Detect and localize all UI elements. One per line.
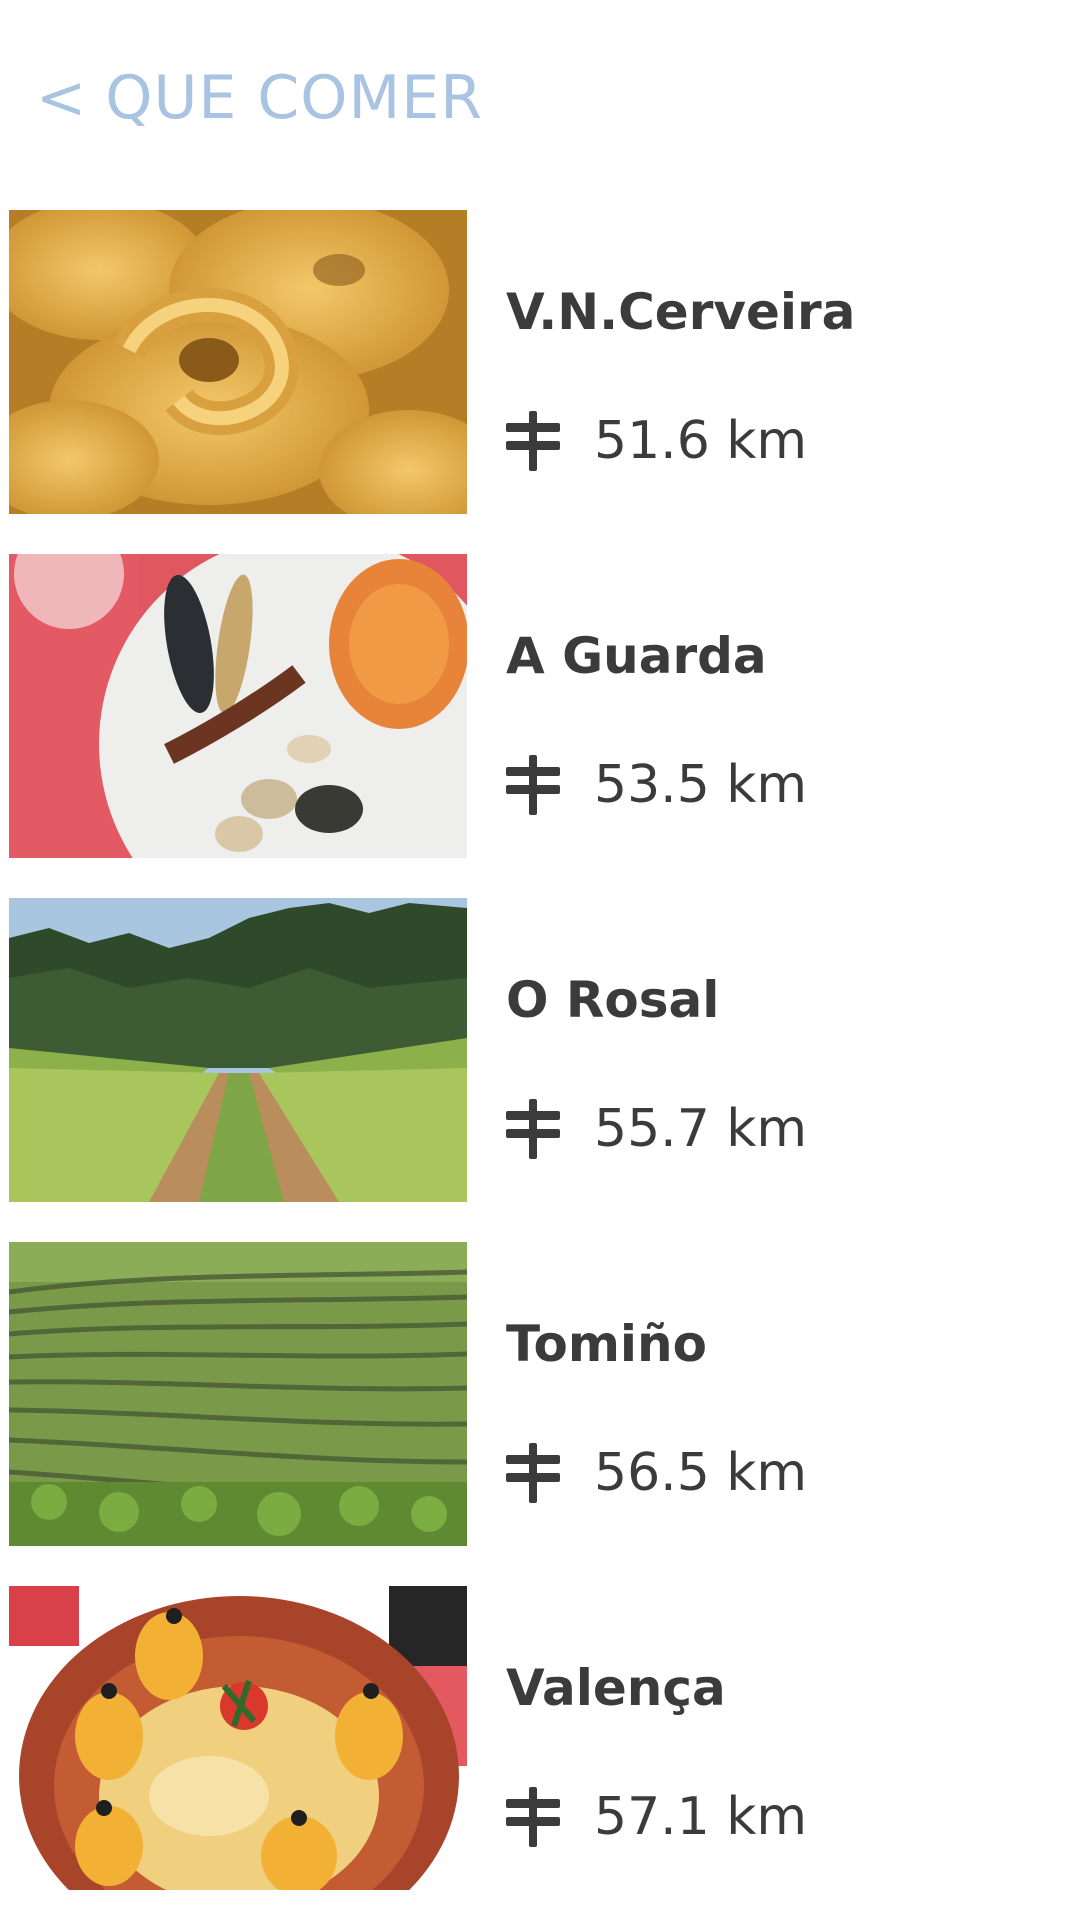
back-button[interactable]: < QUE COMER [36, 62, 483, 134]
distance-row: 55.7 km [506, 1096, 807, 1162]
distance-value: 55.7 km [594, 1099, 808, 1159]
place-name: Valença [506, 1659, 726, 1717]
vineyard-rows-photo [9, 1242, 467, 1546]
distance-row: 51.6 km [506, 408, 807, 474]
app-header: < QUE COMER [0, 0, 1080, 190]
cookies-food-photo [9, 210, 467, 514]
distance-value: 51.6 km [594, 411, 808, 471]
signpost-icon [506, 411, 560, 471]
list-item[interactable]: Valença 57.1 km [0, 1586, 1080, 1890]
distance-value: 57.1 km [594, 1787, 808, 1847]
distance-row: 53.5 km [506, 752, 807, 818]
place-name: A Guarda [506, 627, 767, 685]
place-name: O Rosal [506, 971, 720, 1029]
vineyard-path-photo [9, 898, 467, 1202]
seafood-platter-photo [9, 554, 467, 858]
list-item[interactable]: A Guarda 53.5 km [0, 554, 1080, 858]
distance-row: 56.5 km [506, 1440, 807, 1506]
signpost-icon [506, 755, 560, 815]
distance-row: 57.1 km [506, 1784, 807, 1850]
list-item[interactable]: O Rosal 55.7 km [0, 898, 1080, 1202]
distance-value: 56.5 km [594, 1443, 808, 1503]
place-name: V.N.Cerveira [506, 283, 856, 341]
list-item[interactable]: Tomiño 56.5 km [0, 1242, 1080, 1546]
signpost-icon [506, 1099, 560, 1159]
back-chevron-icon: < [36, 63, 88, 133]
place-name: Tomiño [506, 1315, 708, 1373]
signpost-icon [506, 1443, 560, 1503]
distance-value: 53.5 km [594, 755, 808, 815]
places-list: V.N.Cerveira 51.6 km A Guarda 53.5 km O … [0, 210, 1080, 1930]
signpost-icon [506, 1787, 560, 1847]
list-item[interactable]: V.N.Cerveira 51.6 km [0, 210, 1080, 514]
stuffed-dish-clay-bowl-photo [9, 1586, 467, 1890]
page-title: QUE COMER [105, 63, 483, 133]
